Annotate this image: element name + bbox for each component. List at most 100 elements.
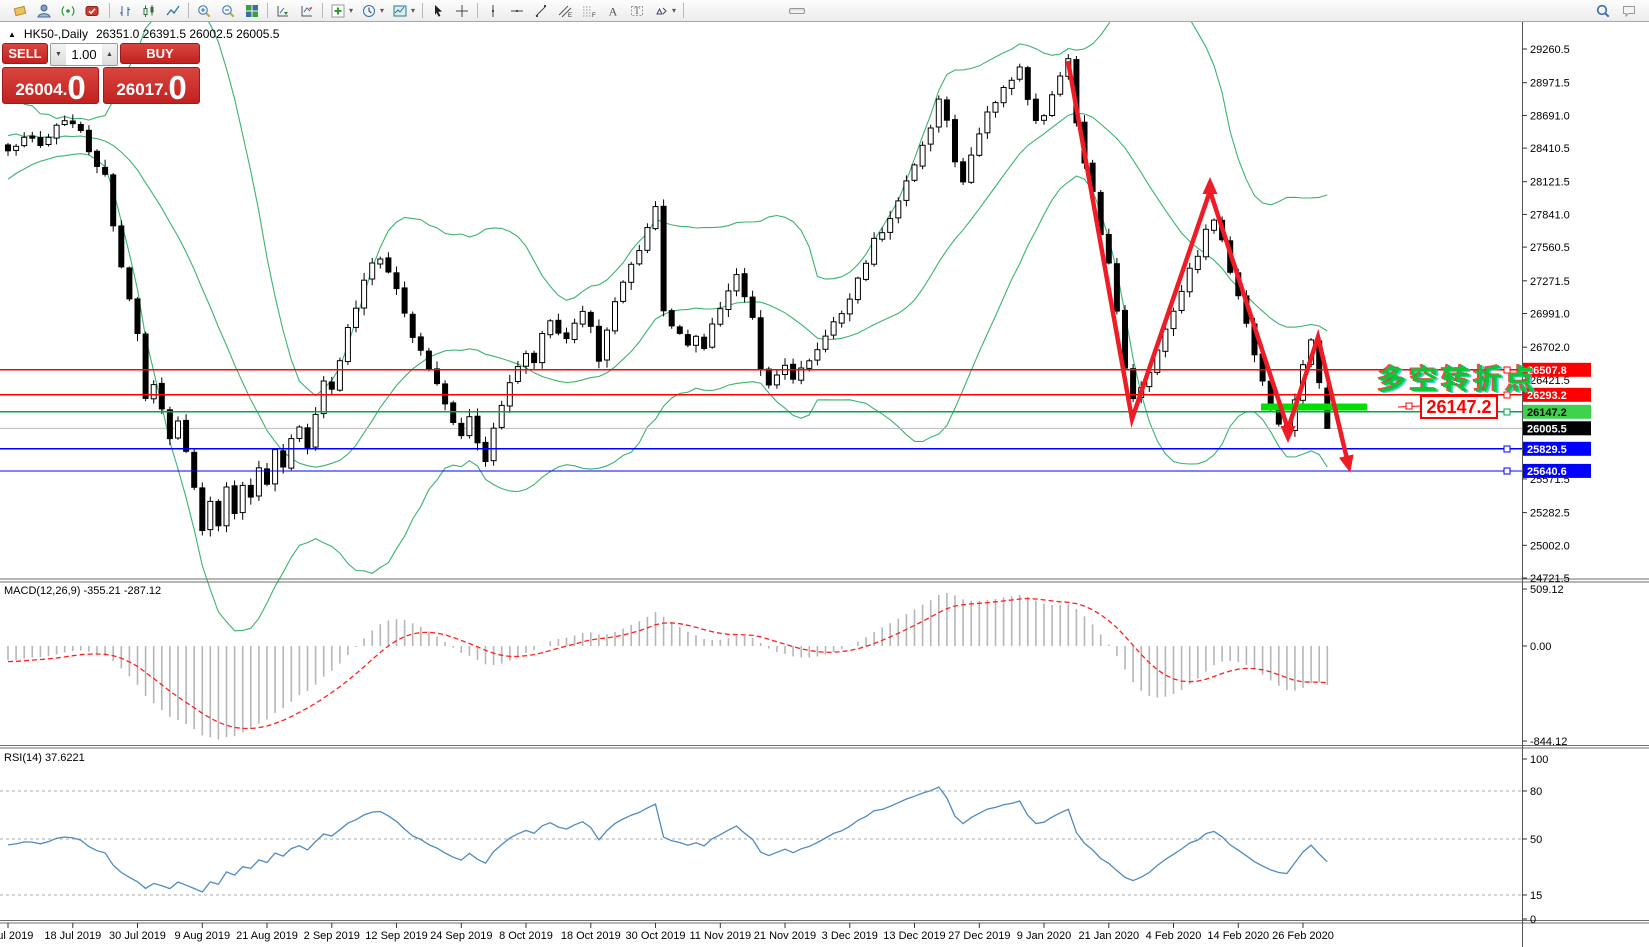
horizontal-line-icon[interactable]	[505, 1, 529, 21]
svg-text:21 Jan 2020: 21 Jan 2020	[1079, 930, 1140, 942]
support-price-tag[interactable]: 26147.2	[1420, 395, 1498, 419]
toolbar-separator	[683, 3, 685, 18]
profile-icon[interactable]	[32, 1, 56, 21]
svg-text:80: 80	[1530, 786, 1542, 798]
text-icon[interactable]: A	[601, 1, 625, 21]
price-chart: 29260.5 28971.5 28691.0 28410.5 28121.5 27841…	[0, 22, 1649, 947]
line-chart-icon[interactable]	[161, 1, 185, 21]
chevron-down-icon[interactable]: ▾	[672, 6, 676, 15]
pane-separators[interactable]	[0, 578, 1649, 924]
chart-shift-icon[interactable]	[295, 1, 319, 21]
chart-ohlc-values: 26351.0 26391.5 26002.5 26005.5	[95, 27, 280, 41]
rsi-pane	[0, 786, 1522, 896]
auto-scroll-icon	[275, 3, 291, 19]
trendline-icon[interactable]	[529, 1, 553, 21]
svg-text:25829.5: 25829.5	[1527, 444, 1567, 456]
svg-text:8 Oct 2019: 8 Oct 2019	[499, 930, 553, 942]
vertical-line-icon[interactable]	[481, 1, 505, 21]
arrows-icon[interactable]: ▾	[649, 1, 680, 21]
price-axis[interactable]: 29260.5 28971.5 28691.0 28410.5 28121.5 27841…	[1522, 22, 1591, 947]
candlestick-chart-icon	[141, 3, 157, 19]
chevron-down-icon[interactable]: ▾	[411, 6, 415, 15]
chevron-down-icon[interactable]: ▾	[380, 6, 384, 15]
svg-text:26991.0: 26991.0	[1530, 309, 1570, 321]
volume-decrease-button[interactable]: ▼	[51, 44, 66, 65]
periods-icon	[361, 3, 377, 19]
svg-text:509.12: 509.12	[1530, 584, 1564, 596]
signals-icon[interactable]	[56, 1, 80, 21]
svg-text:T: T	[634, 6, 640, 16]
candlestick-chart-icon[interactable]	[137, 1, 161, 21]
profile-icon	[36, 3, 52, 19]
svg-text:9 Aug 2019: 9 Aug 2019	[174, 930, 230, 942]
macd-signal-line	[7, 597, 1328, 730]
fibonacci-icon[interactable]: F	[577, 1, 601, 21]
svg-text:21 Aug 2019: 21 Aug 2019	[236, 930, 298, 942]
svg-text:21 Nov 2019: 21 Nov 2019	[754, 930, 816, 942]
bar-chart-icon[interactable]	[113, 1, 137, 21]
svg-text:30 Oct 2019: 30 Oct 2019	[626, 930, 686, 942]
trendline-icon	[533, 3, 549, 19]
search-icon[interactable]	[1595, 3, 1611, 19]
main-toolbar: ▾ ▾ ▾ E F A T ▾	[0, 0, 1649, 22]
periods-icon[interactable]: ▾	[357, 1, 388, 21]
svg-text:30 Jul 2019: 30 Jul 2019	[109, 930, 166, 942]
templates-icon[interactable]: ▾	[388, 1, 419, 21]
cursor-icon[interactable]	[426, 1, 450, 21]
svg-text:25640.6: 25640.6	[1527, 466, 1567, 478]
svg-text:27 Dec 2019: 27 Dec 2019	[948, 930, 1010, 942]
bollinger-bands	[7, 22, 1328, 632]
tile-windows-icon[interactable]	[240, 1, 264, 21]
chevron-down-icon[interactable]: ▾	[349, 6, 353, 15]
turning-point-annotation[interactable]: 多空转折点	[1378, 358, 1538, 398]
buy-button[interactable]: BUY	[120, 43, 200, 64]
svg-text:A: A	[609, 4, 618, 18]
svg-text:27841.0: 27841.0	[1530, 209, 1570, 221]
timeframe-m30-button[interactable]	[741, 8, 757, 14]
svg-text:15: 15	[1530, 890, 1542, 902]
trend-zigzag-annotation[interactable]	[1065, 60, 1354, 473]
svg-text:11 Nov 2019: 11 Nov 2019	[690, 930, 752, 942]
timeframe-d1-button[interactable]	[789, 7, 806, 14]
svg-text:2 Sep 2019: 2 Sep 2019	[304, 930, 360, 942]
crosshair-icon[interactable]	[450, 1, 474, 21]
svg-text:26 Feb 2020: 26 Feb 2020	[1272, 930, 1334, 942]
sell-price-box[interactable]: 26004. 0	[2, 67, 99, 104]
text-label-icon: T	[629, 3, 645, 19]
text-label-icon[interactable]: T	[625, 1, 649, 21]
auto-scroll-icon[interactable]	[271, 1, 295, 21]
timeframe-mn-button[interactable]	[821, 8, 837, 14]
sell-button[interactable]: SELL	[2, 43, 48, 64]
timeframe-h1-button[interactable]	[757, 8, 773, 14]
arrows-icon	[653, 3, 669, 19]
buy-price-box[interactable]: 26017. 0	[103, 67, 200, 104]
chart-symbol-icon: ▲	[8, 29, 16, 39]
timeframe-w1-button[interactable]	[805, 8, 821, 14]
volume-increase-button[interactable]: ▲	[102, 44, 117, 65]
timeframe-m5-button[interactable]	[709, 8, 725, 14]
chart-symbol-period: HK50-,Daily	[23, 27, 88, 41]
buy-price: 26017.	[116, 80, 169, 99]
indicators-icon	[330, 3, 346, 19]
timeframe-m1-button[interactable]	[693, 8, 709, 14]
macd-indicator-label: MACD(12,26,9) -355.21 -287.12	[4, 585, 162, 597]
timeframe-group	[693, 7, 837, 14]
equidistant-channel-icon[interactable]: E	[553, 1, 577, 21]
svg-text:18 Oct 2019: 18 Oct 2019	[561, 930, 621, 942]
svg-text:18 Jul 2019: 18 Jul 2019	[44, 930, 101, 942]
volume-value[interactable]: 1.00	[66, 44, 102, 65]
zoom-in-icon[interactable]	[192, 1, 216, 21]
auto-trading-button[interactable]	[80, 1, 106, 21]
svg-text:28410.5: 28410.5	[1530, 143, 1570, 155]
timeframe-h4-button[interactable]	[773, 8, 789, 14]
chat-icon[interactable]	[1621, 3, 1637, 19]
timeframe-m15-button[interactable]	[725, 8, 741, 14]
chart-title: ▲ HK50-,Daily 26351.0 26391.5 26002.5 26…	[8, 27, 279, 41]
svg-text:26005.5: 26005.5	[1527, 423, 1567, 435]
indicators-icon[interactable]: ▾	[326, 1, 357, 21]
svg-text:50: 50	[1530, 834, 1542, 846]
tile-windows-icon	[244, 3, 260, 19]
date-axis[interactable]: 8 Jul 2019 18 Jul 2019 30 Jul 2019 9 Aug 20…	[0, 923, 1334, 942]
zoom-out-icon[interactable]	[216, 1, 240, 21]
new-order-icon[interactable]	[8, 1, 32, 21]
